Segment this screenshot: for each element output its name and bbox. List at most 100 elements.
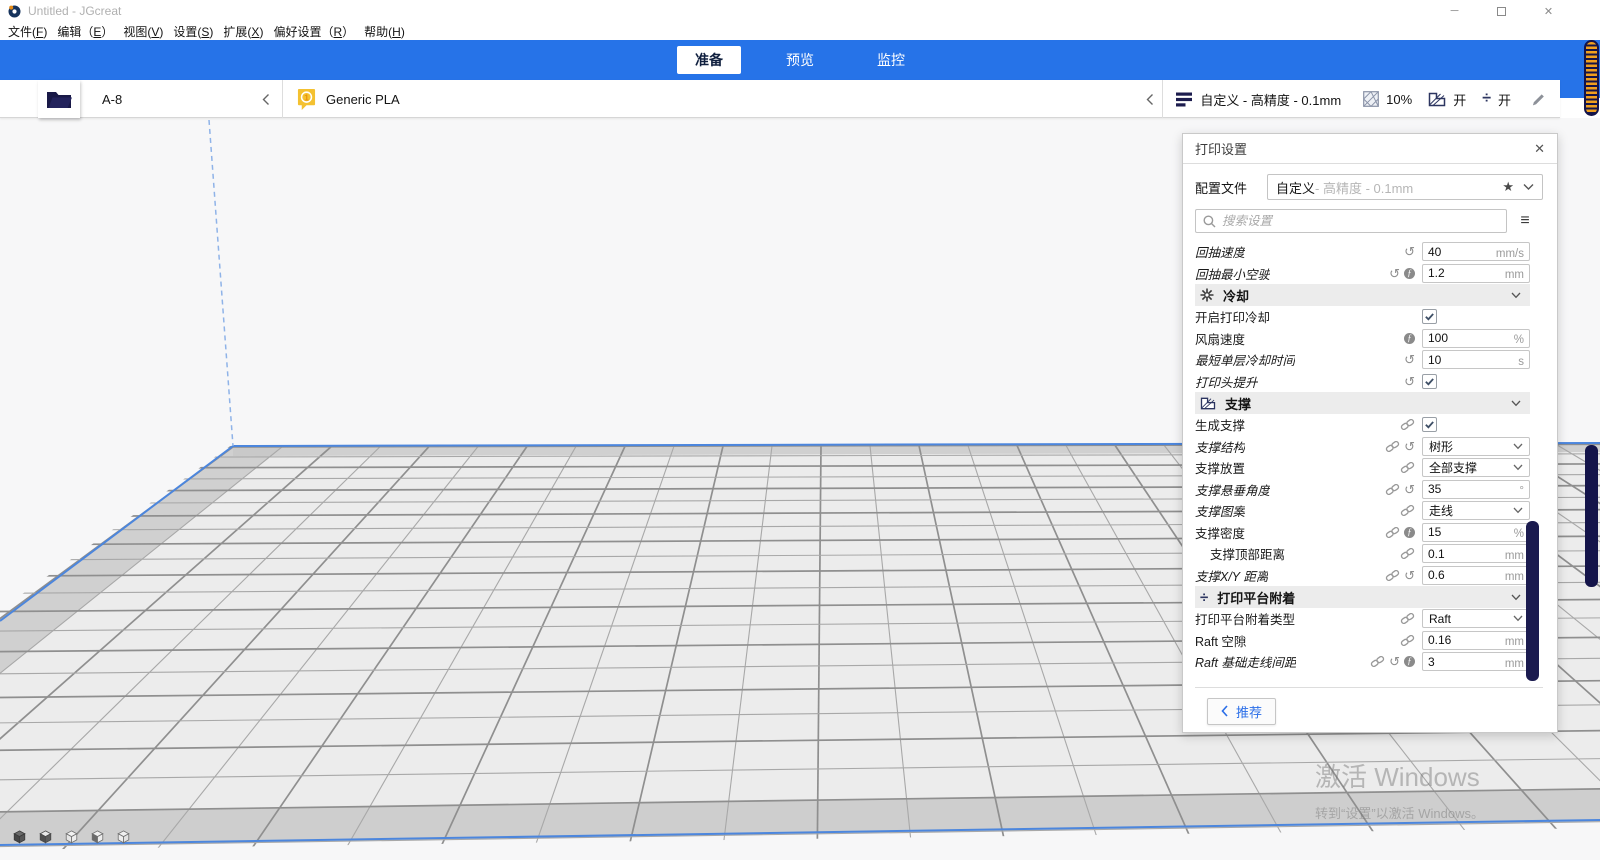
- section-label: 打印平台附着: [1217, 588, 1295, 607]
- favorite-star-icon[interactable]: ★: [1502, 179, 1514, 195]
- link-icon[interactable]: [1400, 462, 1415, 473]
- view-top-icon[interactable]: [65, 830, 78, 844]
- setting-dropdown[interactable]: 树形: [1422, 437, 1530, 456]
- close-button[interactable]: ✕: [1525, 0, 1572, 22]
- material-selector[interactable]: 1 Generic PLA: [283, 80, 400, 118]
- panel-title: 打印设置: [1195, 139, 1247, 158]
- stage-tab-准备[interactable]: 准备: [677, 46, 741, 74]
- setting-row: Raft 基础走线间距↺ƒmm: [1195, 651, 1530, 673]
- link-icon[interactable]: [1370, 656, 1385, 667]
- computed-value-icon[interactable]: ƒ: [1404, 656, 1415, 667]
- link-icon[interactable]: [1400, 419, 1415, 430]
- reset-icon[interactable]: ↺: [1404, 353, 1415, 366]
- menu-item[interactable]: 文件(F): [3, 23, 52, 40]
- setting-dropdown[interactable]: 走线: [1422, 501, 1530, 520]
- adhesion-icon: ÷: [1482, 90, 1491, 108]
- reset-icon[interactable]: ↺: [1404, 245, 1415, 258]
- search-input[interactable]: [1222, 214, 1499, 228]
- maximize-button[interactable]: [1478, 0, 1525, 22]
- menu-item[interactable]: 帮助(H): [359, 23, 410, 40]
- chevron-left-icon[interactable]: [262, 93, 270, 106]
- recommended-mode-button[interactable]: 推荐: [1207, 698, 1276, 725]
- reset-icon[interactable]: ↺: [1389, 655, 1400, 668]
- stage-tab-监控[interactable]: 监控: [859, 46, 923, 74]
- computed-value-icon[interactable]: ƒ: [1404, 268, 1415, 279]
- adhesion-state: 开: [1498, 90, 1511, 109]
- stage-tab-预览[interactable]: 预览: [768, 46, 832, 74]
- print-settings-summary[interactable]: 自定义 - 高精度 - 0.1mm 10% 开 ÷ 开: [1146, 80, 1560, 118]
- view-3d-icon[interactable]: [13, 830, 26, 844]
- profile-field-label: 配置文件: [1195, 178, 1267, 197]
- menu-item[interactable]: 编辑（E）: [52, 23, 118, 40]
- print-settings-panel: 打印设置 ✕ 配置文件 自定义 - 高精度 - 0.1mm ★ ≡ 回抽速度 ↺ m…: [1182, 133, 1558, 733]
- setting-label: 生成支撑: [1195, 415, 1245, 434]
- reset-icon[interactable]: ↺: [1404, 483, 1415, 496]
- recommended-label: 推荐: [1236, 702, 1262, 721]
- panel-scrollbar-thumb[interactable]: [1526, 521, 1539, 681]
- setting-checkbox[interactable]: [1422, 309, 1437, 324]
- setting-checkbox[interactable]: [1422, 374, 1437, 389]
- setting-label: 支撑X/Y 距离: [1195, 566, 1268, 585]
- minimize-button[interactable]: ─: [1431, 0, 1478, 22]
- view-left-icon[interactable]: [91, 830, 104, 844]
- menu-item[interactable]: 视图(V): [118, 23, 168, 40]
- setting-label: Raft 空隙: [1195, 631, 1246, 650]
- section-header[interactable]: 支撑: [1195, 392, 1530, 414]
- menu-item[interactable]: 扩展(X): [218, 23, 268, 40]
- computed-value-icon[interactable]: ƒ: [1404, 527, 1415, 538]
- setting-dropdown[interactable]: 全部支撑: [1422, 458, 1530, 477]
- printer-selector[interactable]: A-8: [80, 80, 283, 118]
- view-right-icon[interactable]: [117, 830, 130, 844]
- setting-row: 支撑X/Y 距离↺mm: [1195, 565, 1530, 587]
- setting-label: 打印平台附着类型: [1195, 609, 1295, 628]
- link-icon[interactable]: [1385, 527, 1400, 538]
- chevron-left-icon[interactable]: [1146, 93, 1154, 106]
- link-icon[interactable]: [1385, 484, 1400, 495]
- setting-dropdown[interactable]: Raft: [1422, 609, 1530, 628]
- search-icon: [1203, 215, 1216, 228]
- setting-value-input[interactable]: [1422, 480, 1530, 499]
- computed-value-icon[interactable]: ƒ: [1404, 333, 1415, 344]
- setting-row: 开启打印冷却: [1195, 306, 1530, 328]
- setting-unit: mm: [1505, 550, 1524, 562]
- reset-icon[interactable]: ↺: [1404, 440, 1415, 453]
- section-header[interactable]: 冷却: [1195, 284, 1530, 306]
- infill-icon: [1363, 91, 1379, 107]
- profile-name: 自定义: [1276, 178, 1315, 197]
- open-file-button[interactable]: [38, 80, 80, 118]
- chevron-down-icon: [1511, 594, 1525, 601]
- reset-icon[interactable]: ↺: [1389, 267, 1400, 280]
- edit-pencil-icon[interactable]: [1531, 92, 1546, 107]
- menu-bar: 文件(F)编辑（E）视图(V)设置(S)扩展(X)偏好设置（R）帮助(H): [0, 22, 1560, 40]
- panel-close-icon[interactable]: ✕: [1534, 141, 1545, 157]
- link-icon[interactable]: [1400, 635, 1415, 646]
- configuration-toolbar: A-8 1 Generic PLA 自定义 - 高精度 - 0.1mm 10%: [0, 80, 1560, 118]
- profile-dropdown[interactable]: 自定义 - 高精度 - 0.1mm ★: [1267, 174, 1543, 200]
- setting-value-input[interactable]: [1422, 350, 1530, 369]
- chevron-down-icon: [1513, 615, 1523, 622]
- link-icon[interactable]: [1400, 613, 1415, 624]
- fan-icon: [1200, 288, 1214, 302]
- view-front-icon[interactable]: [39, 830, 52, 844]
- settings-search-box[interactable]: [1195, 209, 1507, 233]
- setting-label: 打印头提升: [1195, 372, 1258, 391]
- section-header[interactable]: ÷打印平台附着: [1195, 586, 1530, 608]
- chevron-down-icon: [1511, 292, 1525, 299]
- window-scrollbar-thumb[interactable]: [1585, 445, 1598, 587]
- app-logo-icon: [8, 5, 21, 18]
- panel-header[interactable]: 打印设置 ✕: [1183, 134, 1557, 164]
- link-icon[interactable]: [1400, 548, 1415, 559]
- setting-checkbox[interactable]: [1422, 417, 1437, 432]
- link-icon[interactable]: [1385, 570, 1400, 581]
- setting-label: 支撑顶部距离: [1195, 544, 1285, 563]
- stage-ribbon: 准备预览监控: [0, 40, 1600, 80]
- link-icon[interactable]: [1385, 441, 1400, 452]
- menu-item[interactable]: 偏好设置（R）: [268, 23, 359, 40]
- setting-label: 回抽速度: [1195, 242, 1245, 261]
- link-icon[interactable]: [1400, 505, 1415, 516]
- view-preset-toolbar: [13, 830, 130, 844]
- settings-menu-icon[interactable]: ≡: [1507, 212, 1543, 230]
- reset-icon[interactable]: ↺: [1404, 375, 1415, 388]
- reset-icon[interactable]: ↺: [1404, 569, 1415, 582]
- menu-item[interactable]: 设置(S): [168, 23, 218, 40]
